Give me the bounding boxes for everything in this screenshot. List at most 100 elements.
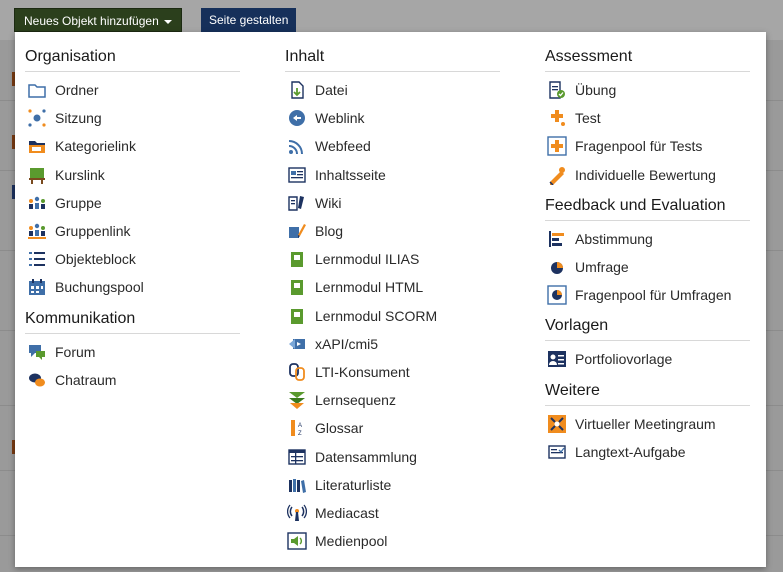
poll-icon — [547, 229, 567, 249]
menu-group: Weitere Virtueller Meetingraum Langtext-Au… — [545, 382, 750, 466]
menu-item[interactable]: Lernmodul HTML — [285, 273, 500, 301]
menu-item-label: Mediacast — [315, 504, 379, 521]
category-link-icon — [27, 136, 47, 156]
survey-pool-icon — [547, 285, 567, 305]
group-title: Weitere — [545, 382, 750, 406]
menu-item-label: Lernsequenz — [315, 392, 396, 409]
menu-item[interactable]: Objekteblock — [25, 245, 240, 273]
menu-item-label: Lernmodul ILIAS — [315, 251, 420, 268]
item-block-icon — [27, 249, 47, 269]
add-new-object-label: Neues Objekt hinzufügen — [24, 14, 159, 28]
menu-item[interactable]: Test — [545, 104, 750, 132]
menu-item[interactable]: Wiki — [285, 189, 500, 217]
menu-item-label: Abstimmung — [575, 230, 653, 247]
menu-item[interactable]: Ordner — [25, 76, 240, 104]
menu-item-label: Langtext-Aufgabe — [575, 443, 686, 460]
menu-item-label: LTI-Konsument — [315, 363, 410, 380]
menu-item-label: Chatraum — [55, 371, 117, 388]
menu-item[interactable]: Webfeed — [285, 132, 500, 160]
svg-text:A: A — [298, 423, 302, 429]
menu-item-label: Wiki — [315, 194, 342, 211]
menu-item-label: Literaturliste — [315, 476, 392, 493]
menu-item-label: Umfrage — [575, 259, 629, 276]
menu-item[interactable]: A Z Glossar — [285, 414, 500, 442]
menu-item[interactable]: Virtueller Meetingraum — [545, 410, 750, 438]
menu-item[interactable]: Datensammlung — [285, 442, 500, 470]
menu-item[interactable]: Datei — [285, 76, 500, 104]
menu-item[interactable]: Literaturliste — [285, 471, 500, 499]
menu-item[interactable]: Fragenpool für Tests — [545, 132, 750, 160]
menu-item[interactable]: Sitzung — [25, 104, 240, 132]
menu-item-label: Gruppe — [55, 194, 102, 211]
add-new-object-button[interactable]: Neues Objekt hinzufügen — [14, 8, 182, 32]
menu-item-label: xAPI/cmi5 — [315, 335, 379, 352]
chatroom-icon — [27, 370, 47, 390]
menu-item[interactable]: Langtext-Aufgabe — [545, 438, 750, 466]
menu-item[interactable]: Lernmodul ILIAS — [285, 245, 500, 273]
menu-item-label: Sitzung — [55, 110, 102, 127]
menu-item-label: Fragenpool für Umfragen — [575, 287, 732, 304]
menu-item[interactable]: Weblink — [285, 104, 500, 132]
menu-item[interactable]: Individuelle Bewertung — [545, 161, 750, 189]
menu-item-label: Kurslink — [55, 166, 105, 183]
menu-item[interactable]: Fragenpool für Umfragen — [545, 281, 750, 309]
menu-item-label: Webfeed — [315, 138, 371, 155]
menu-item[interactable]: Chatraum — [25, 366, 240, 394]
webfeed-icon — [287, 136, 307, 156]
course-link-icon — [27, 165, 47, 185]
menu-item-label: Fragenpool für Tests — [575, 138, 703, 155]
wiki-icon — [287, 193, 307, 213]
menu-group: Inhalt Datei Weblink Webfeed Inhaltsseite Wik… — [285, 48, 500, 555]
new-object-dropdown: Organisation Ordner Sitzung Kategorielink Ku… — [15, 32, 766, 567]
menu-group: Organisation Ordner Sitzung Kategorielink Ku… — [25, 48, 240, 302]
group-title: Kommunikation — [25, 310, 240, 334]
menu-item[interactable]: Gruppenlink — [25, 217, 240, 245]
file-icon — [287, 80, 307, 100]
menu-item-label: Gruppenlink — [55, 223, 131, 240]
menu-item[interactable]: Blog — [285, 217, 500, 245]
menu-item[interactable]: Medienpool — [285, 527, 500, 555]
learning-sequence-icon — [287, 390, 307, 410]
folder-icon — [27, 80, 47, 100]
media-pool-icon — [287, 531, 307, 551]
menu-group: Kommunikation Forum Chatraum — [25, 310, 240, 394]
menu-item[interactable]: Lernmodul SCORM — [285, 302, 500, 330]
survey-icon — [547, 257, 567, 277]
menu-item[interactable]: Abstimmung — [545, 225, 750, 253]
learning-module-icon — [287, 277, 307, 297]
menu-item[interactable]: Buchungspool — [25, 273, 240, 301]
menu-item-label: Virtueller Meetingraum — [575, 415, 716, 432]
menu-item-label: Individuelle Bewertung — [575, 166, 716, 183]
menu-item[interactable]: Kategorielink — [25, 132, 240, 160]
group-title: Vorlagen — [545, 317, 750, 342]
menu-item-label: Weblink — [315, 110, 365, 127]
caret-down-icon — [163, 19, 172, 24]
menu-item[interactable]: Forum — [25, 338, 240, 366]
menu-item[interactable]: Kurslink — [25, 161, 240, 189]
menu-item[interactable]: xAPI/cmi5 — [285, 330, 500, 358]
customize-page-button[interactable]: Seite gestalten — [201, 8, 297, 32]
menu-item-label: Test — [575, 110, 601, 127]
group-title: Assessment — [545, 48, 750, 72]
menu-item[interactable]: LTI-Konsument — [285, 358, 500, 386]
menu-item[interactable]: Übung — [545, 76, 750, 104]
group-title: Inhalt — [285, 48, 500, 72]
menu-item[interactable]: Mediacast — [285, 499, 500, 527]
exercise-icon — [547, 80, 567, 100]
menu-item[interactable]: Gruppe — [25, 189, 240, 217]
menu-item[interactable]: Portfoliovorlage — [545, 345, 750, 373]
mediacast-icon — [287, 503, 307, 523]
group-title: Feedback und Evaluation — [545, 197, 750, 221]
menu-item-label: Kategorielink — [55, 138, 136, 155]
long-text-task-icon — [547, 442, 567, 462]
portfolio-template-icon — [547, 349, 567, 369]
menu-item[interactable]: Inhaltsseite — [285, 161, 500, 189]
session-icon — [27, 108, 47, 128]
menu-item-label: Inhaltsseite — [315, 166, 386, 183]
group-icon — [27, 193, 47, 213]
menu-item[interactable]: Lernsequenz — [285, 386, 500, 414]
menu-column: Organisation Ordner Sitzung Kategorielink Ku… — [25, 48, 240, 402]
menu-item-label: Lernmodul HTML — [315, 279, 424, 296]
bibliography-icon — [287, 475, 307, 495]
menu-item[interactable]: Umfrage — [545, 253, 750, 281]
